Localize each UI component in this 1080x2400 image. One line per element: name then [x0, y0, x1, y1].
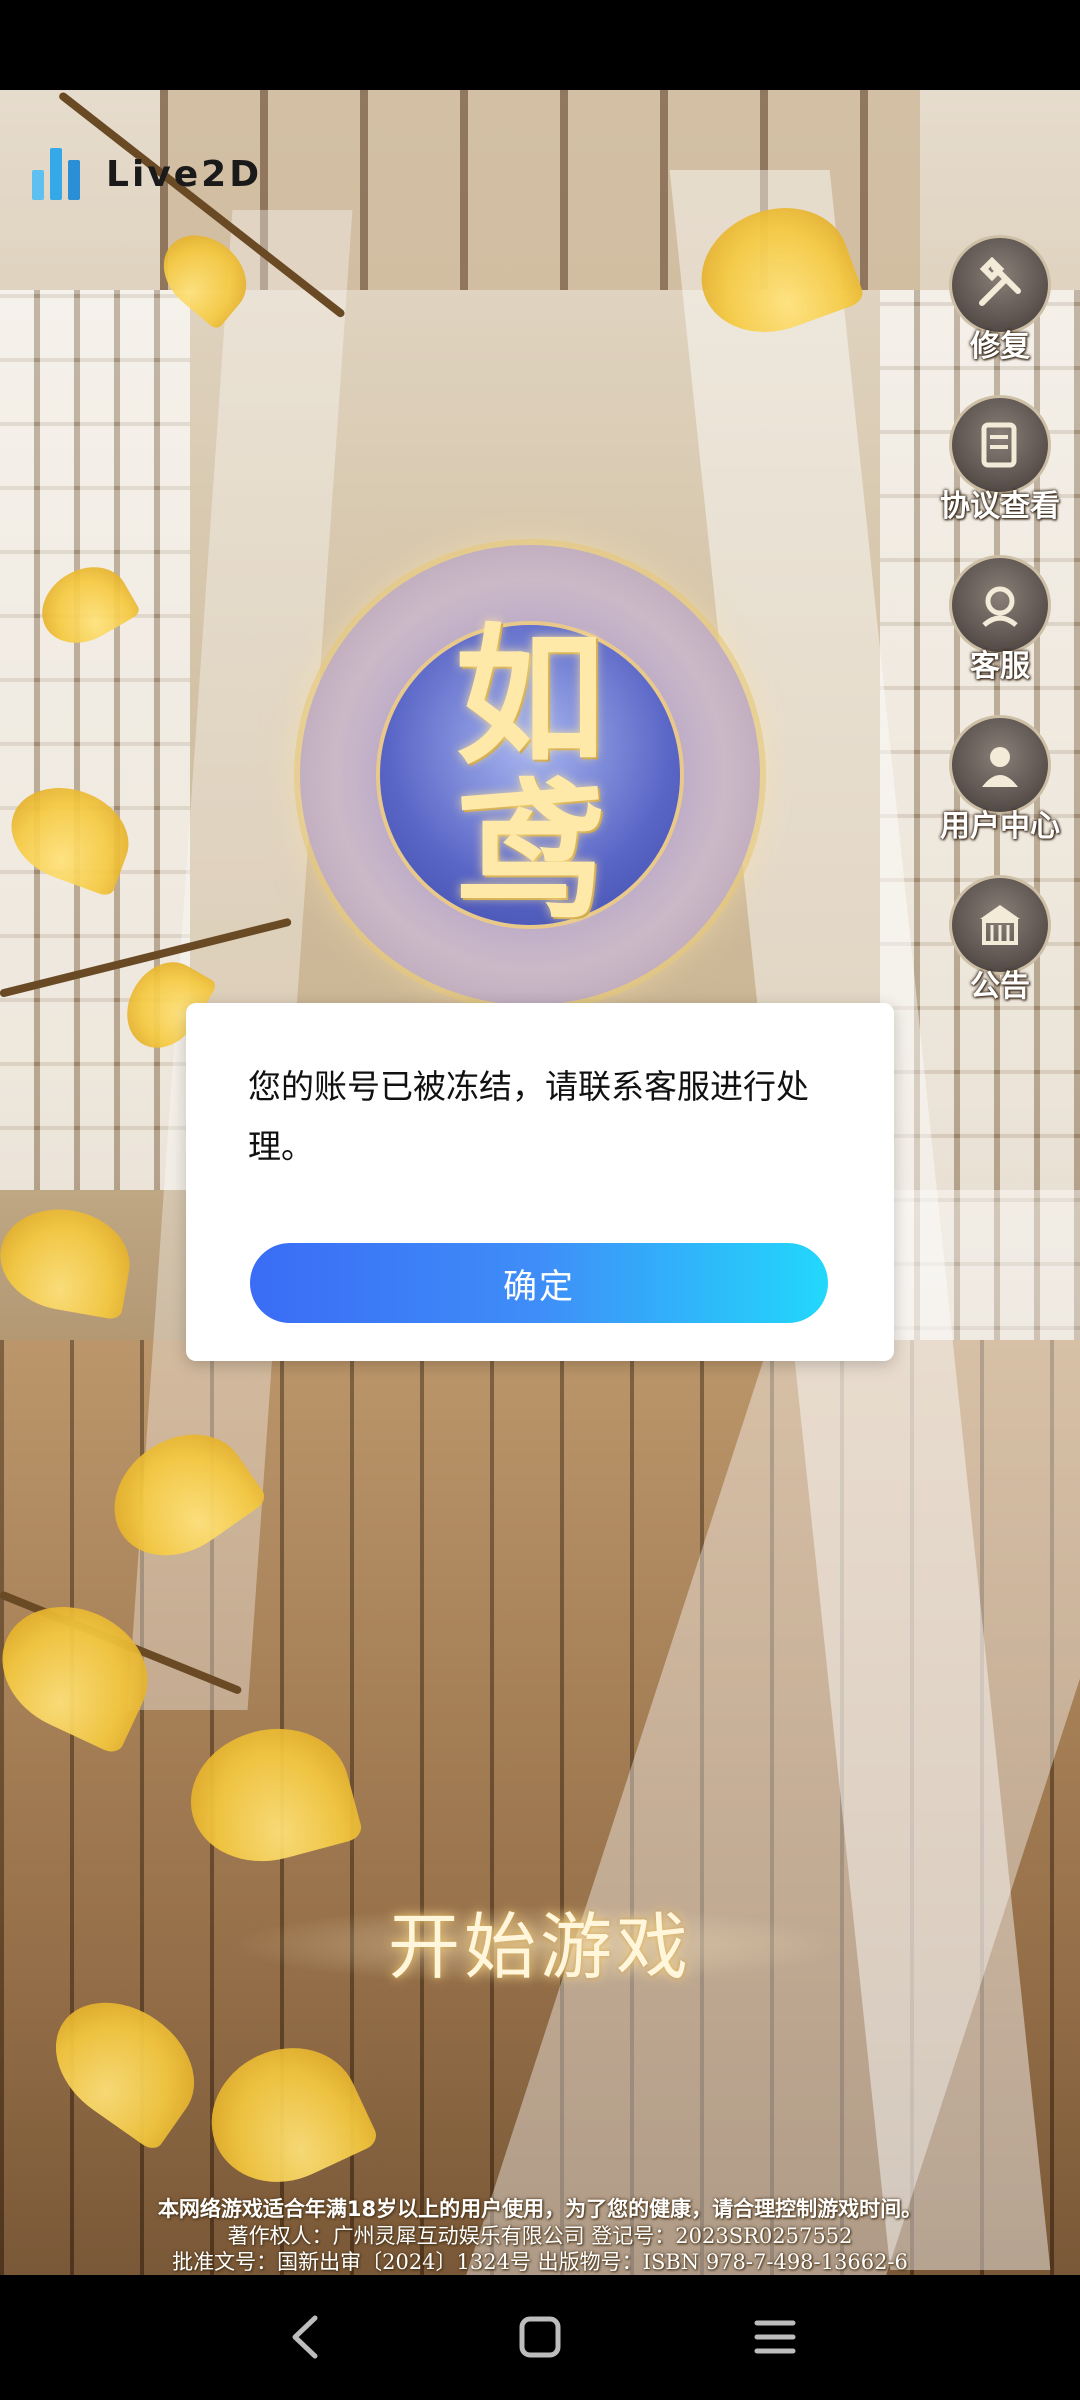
live2d-logo-text: Live2D: [106, 153, 263, 195]
announcement-building-icon: [949, 875, 1051, 975]
nav-back-button[interactable]: [265, 2297, 345, 2377]
agreement-scroll-icon: [949, 395, 1051, 495]
left-lattice-window: [0, 290, 190, 1190]
side-menu-repair[interactable]: 修复: [930, 235, 1070, 365]
live2d-logo: Live2D: [28, 148, 262, 200]
nav-home-button[interactable]: [500, 2297, 580, 2377]
screen: Live2D 如 鸢 修复 协议查看 客服 用户中心 公告 开始游戏 本网络游戏…: [0, 0, 1080, 2400]
side-menu-label: 用户中心: [940, 809, 1060, 844]
copyright-notice: 著作权人：广州灵犀互动娱乐有限公司 登记号：2023SR0257552: [227, 2224, 853, 2248]
legal-footer: 本网络游戏适合年满18岁以上的用户使用，为了您的健康，请合理控制游戏时间。 著作…: [0, 2195, 1080, 2275]
side-menu-announcement[interactable]: 公告: [930, 875, 1070, 1005]
back-chevron-icon: [292, 2315, 318, 2359]
live2d-logo-icon: [28, 148, 84, 200]
game-title-char-1: 如: [454, 609, 605, 785]
home-square-icon: [519, 2316, 561, 2358]
confirm-button[interactable]: 确定: [250, 1243, 828, 1323]
dialog-message: 您的账号已被冻结，请联系客服进行处理。: [248, 1067, 809, 1166]
ginkgo-leaf: [0, 1199, 138, 1321]
side-menu-label: 客服: [970, 649, 1030, 684]
side-menu-user-center[interactable]: 用户中心: [930, 715, 1070, 845]
system-navigation-bar: [0, 2275, 1080, 2400]
start-game-button[interactable]: 开始游戏: [270, 1880, 810, 2000]
side-menu-label: 公告: [970, 969, 1030, 1004]
age-notice: 本网络游戏适合年满18岁以上的用户使用，为了您的健康，请合理控制游戏时间。: [157, 2197, 923, 2221]
game-title: 如 鸢: [300, 545, 760, 1005]
side-menu-customer-service[interactable]: 客服: [930, 555, 1070, 685]
side-menu-label: 修复: [970, 329, 1030, 364]
menu-lines-icon: [754, 2320, 796, 2354]
repair-tools-icon: [949, 235, 1051, 335]
game-title-char-2: 鸢: [454, 764, 605, 940]
side-menu-agreement[interactable]: 协议查看: [930, 395, 1070, 525]
approval-notice: 批准文号：国新出审〔2024〕1324号 出版物号：ISBN 978-7-498…: [172, 2250, 908, 2274]
user-center-icon: [949, 715, 1051, 815]
status-bar: [0, 0, 1080, 90]
nav-menu-button[interactable]: [735, 2297, 815, 2377]
game-title-emblem: 如 鸢: [300, 545, 760, 1005]
side-menu-label: 协议查看: [940, 489, 1060, 524]
account-frozen-dialog: 您的账号已被冻结，请联系客服进行处理。 确定: [186, 1003, 894, 1361]
customer-service-icon: [949, 555, 1051, 655]
